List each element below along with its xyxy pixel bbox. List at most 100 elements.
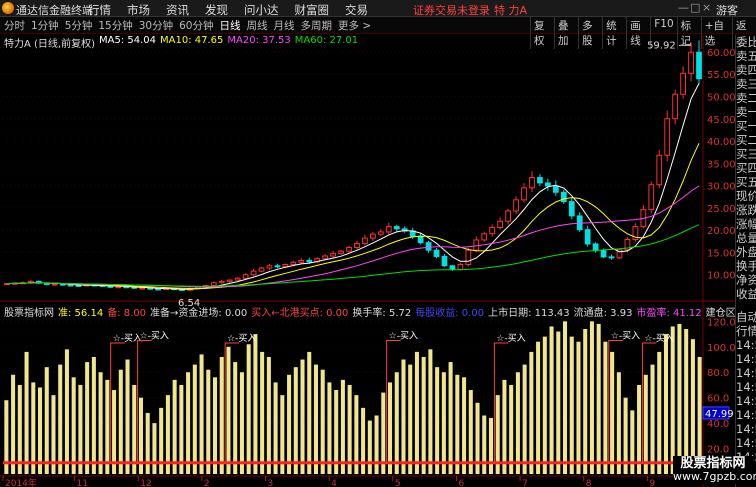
side-label: 涨幅 — [736, 217, 756, 231]
side-label: 买五 — [736, 175, 756, 189]
tick-time: 14:56 — [736, 366, 756, 380]
candle-body — [298, 259, 305, 263]
chart-title: 特力A (日线,前复权) — [4, 39, 96, 50]
x-tick-label: 2 — [204, 479, 210, 487]
order-book-labels: 委比 卖五 卖四 卖三 卖二 卖一 买一 买二 买三 买四 买五 现价 涨跌 涨幅 总量 外盘 换手 净资 收益 — [736, 35, 756, 301]
tab-60min[interactable]: 60分钟 — [179, 18, 213, 33]
guest-label[interactable]: 游客 — [716, 2, 738, 18]
tab-multi-period[interactable]: 多周期 — [301, 18, 333, 33]
tick-time: 14:56 — [736, 380, 756, 394]
candle-body — [537, 177, 543, 184]
side-label: 换手 — [736, 259, 756, 273]
indicator-tick-label: 40.0 — [707, 419, 729, 430]
candle-body — [377, 231, 384, 235]
tab-intraday[interactable]: 分时 — [4, 18, 25, 33]
tab-1min[interactable]: 1分钟 — [31, 18, 59, 33]
indicator-bar — [266, 356, 271, 474]
tick-time: 14:56 — [736, 436, 756, 450]
side-label: 收益 — [736, 287, 756, 301]
maximize-icon[interactable]: □ — [690, 1, 700, 14]
candle-body — [67, 284, 74, 287]
indicator-bar — [616, 372, 621, 474]
buy-signal-label: ☆-买入 — [389, 330, 418, 341]
indicator-bar — [388, 382, 393, 474]
side-label: 卖二 — [736, 91, 756, 105]
indicator-bar — [186, 372, 191, 474]
indicator-bar — [455, 374, 460, 474]
tab-weekly[interactable]: 周线 — [247, 18, 268, 33]
tab-30min[interactable]: 30分钟 — [139, 18, 173, 33]
candle-body — [457, 263, 464, 270]
price-tick-label: 15.00 — [707, 248, 735, 259]
tab-more[interactable]: 更多 > — [338, 18, 371, 33]
candle-body — [696, 51, 702, 80]
chart-canvas[interactable]: 10.00 15.00 20.00 25.00 30.00 35.00 40.00 45.00… — [0, 35, 735, 487]
indicator-bar — [529, 351, 534, 474]
menu-item-market[interactable]: 行情 — [88, 2, 111, 18]
indicator-bar — [502, 379, 507, 474]
price-tick-label: 60.00 — [707, 48, 735, 59]
ind-item: 流通盘: 3.93 — [573, 308, 633, 319]
login-status[interactable]: 证券交易未登录 — [413, 2, 490, 18]
quote-side-panel: 委比 卖五 卖四 卖三 卖二 卖一 买一 买二 买三 买四 买五 现价 涨跌 涨幅 总量 外盘 换手 净资 收益 自… — [735, 35, 756, 487]
menu-item-ask[interactable]: 问小达 — [244, 2, 279, 18]
close-icon[interactable]: × — [702, 1, 711, 14]
indicator-tick-label: 20.0 — [707, 445, 729, 456]
x-tick-label: 11 — [77, 479, 88, 487]
indicator-bar — [125, 359, 130, 474]
indicator-bar — [637, 384, 642, 474]
indicator-bar — [293, 367, 298, 474]
candle-body — [433, 249, 440, 257]
candle-body — [592, 243, 599, 252]
indicator-bar — [367, 420, 372, 474]
indicator-name[interactable]: 股票指标网 — [4, 304, 54, 319]
ind-item: 市盈率: 41.12 — [636, 308, 702, 319]
candle-body — [218, 280, 225, 284]
indicator-bar — [192, 364, 197, 474]
indicator-bar — [233, 362, 238, 474]
ma60-label: MA60: 27.01 — [294, 35, 359, 46]
candle-body — [75, 284, 82, 287]
x-tick-label: 5 — [395, 479, 401, 487]
tab-daily[interactable]: 日线 — [220, 18, 241, 33]
indicator-bar — [677, 323, 682, 474]
indicator-bar — [441, 372, 446, 474]
price-tick-label: 25.00 — [707, 204, 735, 215]
candle-body — [441, 255, 448, 267]
candle-body — [234, 277, 241, 281]
ind-item: 买入←北港买点: 0.00 — [251, 308, 349, 319]
indicator-bar — [58, 364, 63, 474]
indicator-bar — [630, 410, 635, 474]
side-label: 卖五 — [736, 49, 756, 63]
x-tick-label: 7 — [522, 479, 528, 487]
menu-item-news[interactable]: 资讯 — [166, 2, 189, 18]
indicator-bar — [219, 356, 224, 474]
indicator-bar — [650, 364, 655, 474]
minimize-icon[interactable]: — — [678, 1, 689, 14]
app-title: 通达信金融终端 — [16, 4, 93, 17]
menu-item-wealth[interactable]: 财富圈 — [295, 2, 330, 18]
tab-monthly[interactable]: 月线 — [274, 18, 295, 33]
menu-item-trade[interactable]: 交易 — [345, 2, 368, 18]
tab-5min[interactable]: 5分钟 — [65, 18, 93, 33]
indicator-bar — [300, 359, 305, 474]
indicator-bar — [414, 351, 419, 474]
indicator-bar — [44, 367, 49, 474]
indicator-bar — [327, 382, 332, 474]
buy-signal-label: ☆-买入 — [140, 330, 169, 341]
tab-15min[interactable]: 15分钟 — [98, 18, 132, 33]
indicator-bar — [64, 349, 69, 474]
price-tick-label: 10.00 — [707, 271, 735, 282]
price-chart-header: 特力A (日线,前复权) MA5: 54.04 MA10: 47.65 MA20… — [4, 35, 362, 50]
candle-body — [115, 286, 122, 289]
menu-item-markets[interactable]: 市场 — [127, 2, 150, 18]
indicator-bar — [17, 384, 22, 474]
indicator-bar — [589, 321, 594, 474]
indicator-bar — [172, 379, 177, 474]
indicator-bar — [462, 377, 467, 474]
period-tabs: 分时 1分钟 5分钟 15分钟 30分钟 60分钟 日线 周线 月线 多周期 更… — [4, 18, 377, 33]
indicator-bar — [239, 372, 244, 474]
candle-body — [330, 252, 336, 257]
indicator-bar — [670, 326, 675, 474]
menu-item-discover[interactable]: 发现 — [205, 2, 228, 18]
